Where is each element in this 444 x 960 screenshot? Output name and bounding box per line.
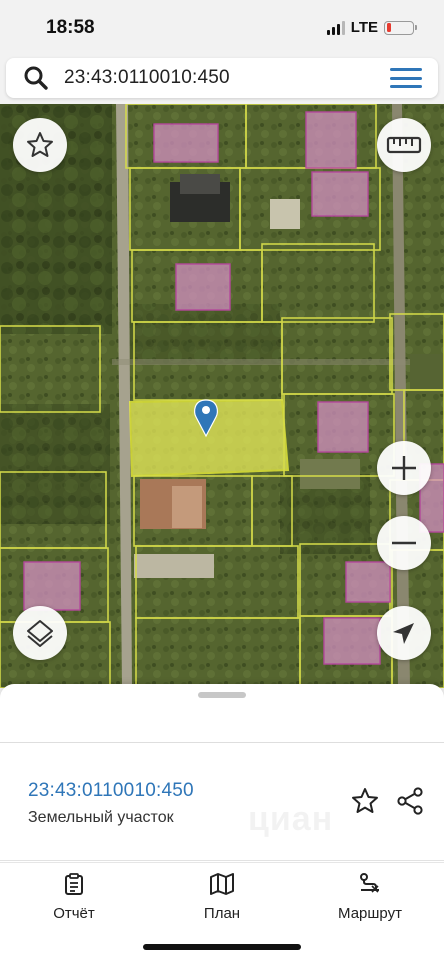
favorite-button[interactable]: [13, 118, 67, 172]
home-indicator[interactable]: [143, 944, 301, 950]
menu-icon[interactable]: [390, 68, 422, 88]
status-indicators: LTE: [326, 19, 417, 36]
my-location-button[interactable]: [377, 606, 431, 660]
parcel-type: Земельный участок: [28, 809, 174, 826]
tab-report[interactable]: Отчёт: [19, 871, 129, 922]
signal-icon: [326, 20, 345, 35]
share-button[interactable]: [392, 784, 428, 818]
plus-icon: [392, 456, 416, 480]
tab-plan[interactable]: План: [167, 871, 277, 922]
search-icon[interactable]: [14, 58, 58, 98]
star-outline-icon: [352, 788, 378, 813]
satellite-imagery: [0, 104, 444, 688]
layers-button[interactable]: [13, 606, 67, 660]
cadastral-map[interactable]: [0, 104, 444, 688]
share-icon: [397, 787, 423, 815]
watermark: циан: [248, 800, 334, 838]
divider: [0, 742, 444, 743]
status-time: 18:58: [46, 17, 95, 38]
route-icon: [356, 871, 384, 897]
divider: [0, 860, 444, 861]
navigation-arrow-icon: [393, 623, 414, 644]
search-input[interactable]: 23:43:0110010:450: [64, 67, 230, 89]
tab-label: Маршрут: [338, 905, 402, 922]
search-bar[interactable]: 23:43:0110010:450: [6, 58, 438, 98]
tab-label: Отчёт: [53, 905, 95, 922]
tab-route[interactable]: Маршрут: [315, 871, 425, 922]
layers-icon: [27, 620, 53, 647]
star-icon: [27, 132, 53, 157]
tab-label: План: [203, 905, 241, 922]
add-favorite-button[interactable]: [348, 784, 382, 818]
zoom-in-button[interactable]: [377, 441, 431, 495]
sheet-drag-handle[interactable]: [198, 692, 246, 698]
minus-icon: [392, 541, 416, 545]
network-type: LTE: [350, 19, 378, 36]
battery-icon: [384, 20, 417, 35]
report-icon: [60, 871, 88, 897]
parcel-number[interactable]: 23:43:0110010:450: [28, 780, 194, 802]
map-icon: [208, 871, 236, 897]
ruler-icon: [386, 136, 422, 154]
zoom-out-button[interactable]: [377, 516, 431, 570]
measure-button[interactable]: [377, 118, 431, 172]
status-bar: 18:58 LTE: [0, 0, 444, 56]
